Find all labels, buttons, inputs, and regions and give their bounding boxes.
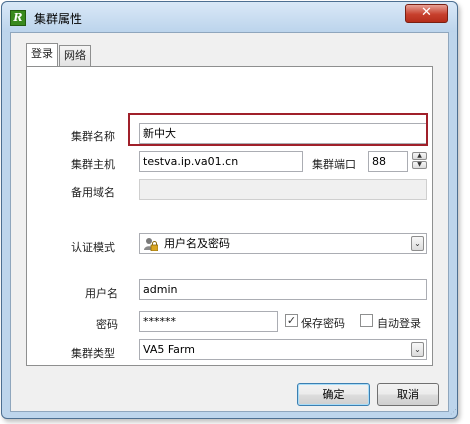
cluster-port-input[interactable]: 88 [368, 151, 408, 172]
chevron-down-icon: ⌄ [414, 345, 421, 354]
title-bar[interactable]: R 集群属性 ✕ [2, 2, 457, 32]
user-lock-icon [144, 238, 158, 251]
arrow-up-icon: ▲ [417, 152, 422, 159]
app-icon: R [10, 10, 26, 26]
cluster-host-input[interactable]: testva.ip.va01.cn [139, 151, 303, 172]
cluster-type-label: 集群类型 [71, 347, 115, 360]
backup-domain-input[interactable] [139, 179, 427, 200]
backup-domain-label: 备用域名 [71, 186, 115, 199]
annotation-highlight-box [128, 113, 428, 146]
tab-network[interactable]: 网络 [59, 45, 91, 66]
auth-mode-label: 认证模式 [71, 241, 115, 254]
auto-login-label[interactable]: 自动登录 [377, 315, 421, 331]
window-title: 集群属性 [34, 12, 83, 26]
cancel-button[interactable]: 取消 [377, 383, 439, 406]
cluster-type-select[interactable]: VA5 Farm ⌄ [139, 339, 427, 360]
dialog-window: R 集群属性 ✕ 登录 网络 集群名称 新中大 集群主机 testva.ip.v… [1, 1, 458, 419]
username-label: 用户名 [85, 287, 118, 300]
auth-mode-value: 用户名及密码 [164, 237, 230, 250]
dialog-client-area: 登录 网络 集群名称 新中大 集群主机 testva.ip.va01.cn 集群… [10, 32, 449, 412]
username-input[interactable]: admin [139, 279, 427, 300]
auto-login-checkbox[interactable] [360, 314, 373, 327]
save-password-label[interactable]: 保存密码 [301, 315, 345, 331]
chevron-down-icon: ⌄ [414, 239, 421, 248]
close-button[interactable]: ✕ [405, 4, 448, 23]
cluster-host-label: 集群主机 [71, 158, 115, 171]
password-label: 密码 [96, 318, 118, 331]
auth-mode-dropdown-button[interactable]: ⌄ [411, 236, 424, 251]
auth-mode-select[interactable]: 用户名及密码 ⌄ [139, 233, 427, 254]
arrow-down-icon: ▼ [417, 161, 422, 168]
tab-panel-login: 集群名称 新中大 集群主机 testva.ip.va01.cn 集群端口 88 … [26, 66, 433, 366]
close-icon: ✕ [421, 5, 432, 20]
cluster-type-dropdown-button[interactable]: ⌄ [411, 342, 424, 357]
tab-login[interactable]: 登录 [26, 43, 58, 66]
save-password-checkbox[interactable]: ✓ [285, 314, 298, 327]
password-input[interactable]: ****** [139, 311, 278, 332]
resize-grip-icon[interactable]: ⋰ [447, 408, 457, 418]
cluster-type-value: VA5 Farm [143, 343, 195, 356]
check-icon: ✓ [286, 314, 297, 327]
port-spin-up-button[interactable]: ▲ [412, 152, 427, 160]
cluster-port-label: 集群端口 [312, 158, 356, 171]
ok-button[interactable]: 确定 [297, 383, 370, 406]
port-spin-down-button[interactable]: ▼ [412, 161, 427, 169]
cluster-name-label: 集群名称 [71, 130, 115, 143]
